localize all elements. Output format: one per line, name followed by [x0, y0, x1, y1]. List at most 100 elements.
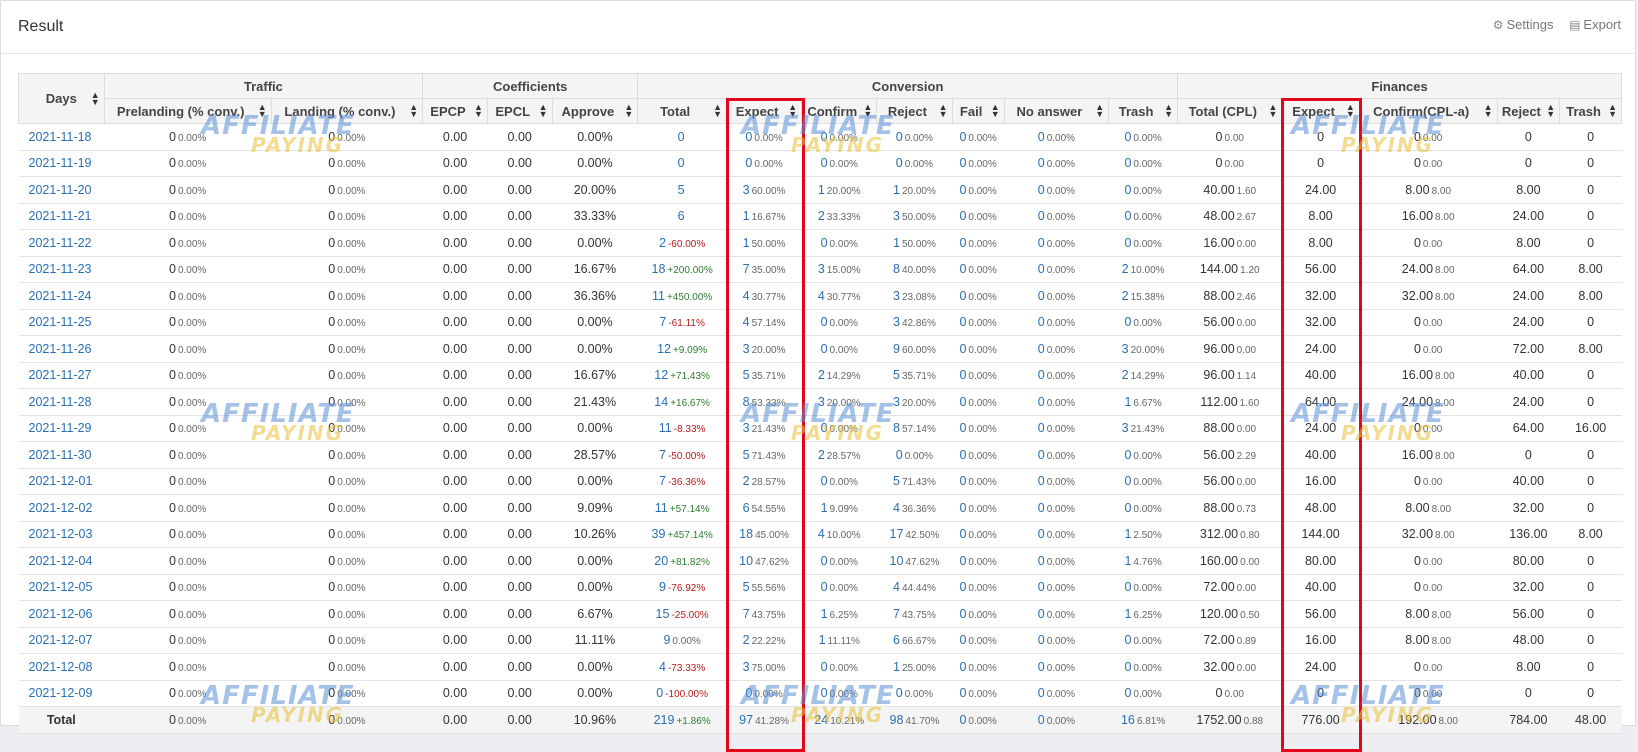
total-cell-value[interactable]: 0	[656, 686, 663, 700]
date-link[interactable]: 2021-11-28	[29, 395, 92, 409]
total-cell-value[interactable]: 2	[659, 236, 666, 250]
confirm-cell-value[interactable]: 0	[821, 156, 828, 170]
sort-icon[interactable]: ▲▼	[1484, 104, 1493, 118]
no-answer-cell-value[interactable]: 0	[1038, 421, 1045, 435]
total-cell-value[interactable]: 9	[663, 633, 670, 647]
confirm-cell-value[interactable]: 0	[821, 474, 828, 488]
expect-cell-value[interactable]: 0	[745, 130, 752, 144]
date-link[interactable]: 2021-11-26	[29, 342, 92, 356]
column-header-epcl[interactable]: EPCL▲▼	[487, 99, 552, 124]
total-cell-value[interactable]: 11	[659, 421, 672, 435]
fail-cell-value[interactable]: 0	[959, 236, 966, 250]
fail-cell-value[interactable]: 0	[959, 156, 966, 170]
confirm-cell-value[interactable]: 2	[818, 209, 825, 223]
no-answer-cell-value[interactable]: 0	[1038, 660, 1045, 674]
fail-cell-value[interactable]: 0	[959, 368, 966, 382]
sort-icon[interactable]: ▲▼	[939, 104, 948, 118]
total-cell-value[interactable]: 0	[678, 156, 685, 170]
total-cell-value[interactable]: 7	[659, 474, 666, 488]
expect-cell-value[interactable]: 3	[743, 183, 750, 197]
date-link[interactable]: 2021-11-25	[29, 315, 92, 329]
reject-cell-value[interactable]: 17	[890, 527, 904, 541]
confirm-cell-value[interactable]: 0	[821, 660, 828, 674]
expect-cell-value[interactable]: 0	[745, 686, 752, 700]
reject-cell-value[interactable]: 5	[893, 368, 900, 382]
confirm-cell-value[interactable]: 0	[821, 130, 828, 144]
fail-cell-value[interactable]: 0	[959, 474, 966, 488]
confirm-cell-value[interactable]: 0	[821, 315, 828, 329]
reject-cell-value[interactable]: 9	[893, 342, 900, 356]
date-link[interactable]: 2021-12-08	[29, 660, 93, 674]
sort-icon[interactable]: ▲▼	[1095, 104, 1104, 118]
expect-cell-value[interactable]: 1	[743, 236, 750, 250]
date-link[interactable]: 2021-11-22	[29, 236, 92, 250]
fail-cell-value[interactable]: 0	[959, 342, 966, 356]
date-link[interactable]: 2021-12-07	[29, 633, 93, 647]
confirm-cell-value[interactable]: 1	[821, 607, 828, 621]
no-answer-cell-value[interactable]: 0	[1038, 130, 1045, 144]
date-link[interactable]: 2021-11-24	[29, 289, 92, 303]
confirm-cell-value[interactable]: 2	[818, 448, 825, 462]
total-cell-value[interactable]: 219	[654, 713, 675, 727]
reject-cell-value[interactable]: 3	[893, 209, 900, 223]
expect-cell-value[interactable]: 4	[743, 315, 750, 329]
no-answer-cell-value[interactable]: 0	[1038, 289, 1045, 303]
column-header-fin-trash[interactable]: Trash▲▼	[1560, 99, 1622, 124]
reject-cell-value[interactable]: 3	[893, 395, 900, 409]
expect-cell-value[interactable]: 4	[743, 289, 750, 303]
trash-cell-value[interactable]: 0	[1124, 448, 1131, 462]
total-cell-value[interactable]: 12	[654, 368, 668, 382]
reject-cell-value[interactable]: 1	[893, 183, 900, 197]
no-answer-cell-value[interactable]: 0	[1038, 474, 1045, 488]
no-answer-cell-value[interactable]: 0	[1038, 183, 1045, 197]
fail-cell-value[interactable]: 0	[959, 315, 966, 329]
trash-cell-value[interactable]: 16	[1121, 713, 1135, 727]
expect-cell-value[interactable]: 7	[743, 607, 750, 621]
confirm-cell-value[interactable]: 2	[818, 368, 825, 382]
reject-cell-value[interactable]: 8	[893, 262, 900, 276]
trash-cell-value[interactable]: 0	[1124, 209, 1131, 223]
expect-cell-value[interactable]: 3	[743, 421, 750, 435]
reject-cell-value[interactable]: 10	[890, 554, 904, 568]
total-cell-value[interactable]: 39	[652, 527, 666, 541]
confirm-cell-value[interactable]: 1	[821, 501, 828, 515]
sort-icon[interactable]: ▲▼	[474, 104, 483, 118]
confirm-cell-value[interactable]: 3	[818, 395, 825, 409]
reject-cell-value[interactable]: 0	[896, 130, 903, 144]
sort-icon[interactable]: ▲▼	[258, 104, 267, 118]
confirm-cell-value[interactable]: 3	[818, 262, 825, 276]
total-cell-value[interactable]: 9	[659, 580, 666, 594]
sort-icon[interactable]: ▲▼	[1346, 104, 1355, 118]
date-link[interactable]: 2021-11-23	[29, 262, 92, 276]
confirm-cell-value[interactable]: 0	[821, 686, 828, 700]
no-answer-cell-value[interactable]: 0	[1038, 262, 1045, 276]
expect-cell-value[interactable]: 10	[739, 554, 753, 568]
sort-icon[interactable]: ▲▼	[1546, 104, 1555, 118]
sort-icon[interactable]: ▲▼	[991, 104, 1000, 118]
confirm-cell-value[interactable]: 4	[818, 289, 825, 303]
total-cell-value[interactable]: 15	[656, 607, 670, 621]
no-answer-cell-value[interactable]: 0	[1038, 209, 1045, 223]
sort-icon[interactable]: ▲▼	[1164, 104, 1173, 118]
sort-icon[interactable]: ▲▼	[624, 104, 633, 118]
trash-cell-value[interactable]: 3	[1122, 342, 1129, 356]
no-answer-cell-value[interactable]: 0	[1038, 315, 1045, 329]
sort-icon[interactable]: ▲▼	[788, 104, 797, 118]
column-header-epcp[interactable]: EPCP▲▼	[423, 99, 488, 124]
trash-cell-value[interactable]: 3	[1122, 421, 1129, 435]
total-cell-value[interactable]: 20	[654, 554, 668, 568]
trash-cell-value[interactable]: 1	[1124, 607, 1131, 621]
total-cell-value[interactable]: 11	[655, 501, 668, 515]
reject-cell-value[interactable]: 1	[893, 660, 900, 674]
no-answer-cell-value[interactable]: 0	[1038, 236, 1045, 250]
confirm-cell-value[interactable]: 0	[821, 554, 828, 568]
column-header-no-answer[interactable]: No answer▲▼	[1004, 99, 1108, 124]
expect-cell-value[interactable]: 2	[743, 633, 750, 647]
date-link[interactable]: 2021-11-27	[29, 368, 92, 382]
sort-icon[interactable]: ▲▼	[409, 104, 418, 118]
fail-cell-value[interactable]: 0	[959, 448, 966, 462]
date-link[interactable]: 2021-11-29	[29, 421, 92, 435]
no-answer-cell-value[interactable]: 0	[1038, 368, 1045, 382]
fail-cell-value[interactable]: 0	[959, 554, 966, 568]
fail-cell-value[interactable]: 0	[959, 713, 966, 727]
